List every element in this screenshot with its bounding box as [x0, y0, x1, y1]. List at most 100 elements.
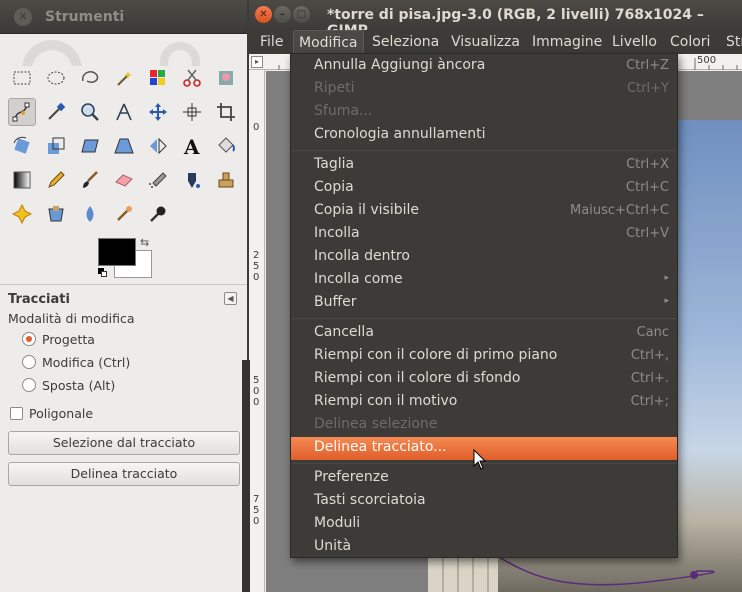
menu-item-cronologia-annullamenti[interactable]: Cronologia annullamenti [291, 124, 677, 147]
image-window-titlebar[interactable]: ✕ – □ *torre di pisa.jpg-3.0 (RGB, 2 liv… [249, 0, 742, 39]
menu-item-copia-il-visibile[interactable]: Copia il visibile Maiusc+Ctrl+C [291, 200, 677, 223]
window-minimize-button[interactable]: – [274, 6, 291, 23]
menu-item-riempi-con-il-colore-di-primo-piano[interactable]: Riempi con il colore di primo piano Ctrl+… [291, 345, 677, 368]
scissors-tool-button[interactable] [178, 64, 206, 92]
free-select-icon [82, 71, 99, 84]
rotate-tool-button[interactable] [8, 132, 36, 160]
mode-radio-move[interactable]: Sposta (Alt) [22, 376, 115, 394]
menu-item-incolla[interactable]: Incolla Ctrl+V [291, 223, 677, 246]
color-picker-tool-button[interactable] [42, 98, 70, 126]
scissors-icon [183, 69, 201, 87]
menu-item-riempi-con-il-motivo[interactable]: Riempi con il motivo Ctrl+; [291, 391, 677, 414]
menu-item-shortcut: Canc [636, 325, 669, 340]
menu-item-delinea-selezione[interactable]: Delinea selezione [291, 414, 677, 437]
ink-tool-button[interactable] [178, 166, 206, 194]
menu-item-cancella[interactable]: Cancella Canc [291, 322, 677, 345]
foreground-select-tool-button[interactable] [212, 64, 240, 92]
menu-seleziona[interactable]: Seleziona [367, 30, 444, 54]
window-close-button[interactable]: ✕ [255, 6, 272, 23]
smudge-tool-button[interactable] [110, 200, 138, 228]
menu-modifica[interactable]: Modifica [293, 30, 364, 54]
dodge-icon [150, 206, 166, 222]
menu-item-taglia[interactable]: Taglia Ctrl+X [291, 154, 677, 177]
heal-icon [11, 203, 33, 225]
bucket-fill-tool-button[interactable] [212, 132, 240, 160]
toolbox-title: Strumenti [45, 9, 125, 25]
blur-tool-button[interactable] [76, 200, 104, 228]
radio-indicator[interactable] [22, 378, 36, 392]
menu-item-ripeti[interactable]: Ripeti Ctrl+Y [291, 78, 677, 101]
eraser-icon [115, 174, 133, 187]
quick-mask-icon[interactable]: ▸ [251, 56, 263, 68]
heal-tool-button[interactable] [8, 200, 36, 228]
text-tool-button[interactable]: A [178, 132, 206, 160]
perspective-clone-tool-button[interactable] [42, 200, 70, 228]
ruler-label: 5 0 0 [253, 375, 260, 408]
selection-from-path-button[interactable]: Selezione dal tracciato [8, 431, 240, 455]
airbrush-tool-button[interactable] [144, 166, 172, 194]
radio-indicator[interactable] [22, 355, 36, 369]
color-select-tool-button[interactable] [144, 64, 172, 92]
blend-tool-button[interactable] [8, 166, 36, 194]
menu-item-buffer[interactable]: Buffer ▸ [291, 292, 677, 315]
menu-item-label: Annulla Aggiungi àncora [314, 57, 486, 73]
menu-item-incolla-dentro[interactable]: Incolla dentro [291, 246, 677, 269]
radio-indicator[interactable] [22, 332, 36, 346]
menu-item-label: Cancella [314, 324, 374, 340]
polygonal-checkbox[interactable] [10, 406, 23, 420]
menu-item-unità[interactable]: Unità [291, 536, 677, 559]
color-picker-icon [48, 102, 66, 120]
vertical-ruler[interactable]: 0 2 5 0 5 0 0 7 5 0 [249, 70, 265, 592]
ruler-label: 2 5 0 [253, 250, 260, 283]
rect-select-tool-button[interactable] [8, 64, 36, 92]
crop-tool-button[interactable] [212, 98, 240, 126]
mode-radio-design[interactable]: Progetta [22, 330, 95, 348]
menu-str[interactable]: Str [721, 30, 742, 54]
measure-tool-button[interactable] [110, 98, 138, 126]
color-select-icon [150, 70, 165, 85]
menu-colori[interactable]: Colori [665, 30, 715, 54]
menu-item-annulla-aggiungi-àncora[interactable]: Annulla Aggiungi àncora Ctrl+Z [291, 55, 677, 78]
clone-tool-button[interactable] [212, 166, 240, 194]
move-icon [149, 103, 167, 121]
menu-file[interactable]: File [255, 30, 288, 54]
align-tool-button[interactable] [178, 98, 206, 126]
menu-item-incolla-come[interactable]: Incolla come ▸ [291, 269, 677, 292]
move-tool-button[interactable] [144, 98, 172, 126]
foreground-color-swatch[interactable] [98, 238, 136, 266]
menu-livello[interactable]: Livello [607, 30, 662, 54]
menu-item-sfuma[interactable]: Sfuma... [291, 101, 677, 124]
menu-item-shortcut: Maiusc+Ctrl+C [570, 203, 669, 218]
flip-tool-button[interactable] [144, 132, 172, 160]
free-select-tool-button[interactable] [76, 64, 104, 92]
fuzzy-select-tool-button[interactable] [110, 64, 138, 92]
menu-visualizza[interactable]: Visualizza [446, 30, 525, 54]
menu-item-riempi-con-il-colore-di-sfondo[interactable]: Riempi con il colore di sfondo Ctrl+. [291, 368, 677, 391]
stroke-path-button[interactable]: Delinea tracciato [8, 462, 240, 486]
menu-item-copia[interactable]: Copia Ctrl+C [291, 177, 677, 200]
menu-item-tasti-scorciatoia[interactable]: Tasti scorciatoia [291, 490, 677, 513]
pencil-tool-button[interactable] [42, 166, 70, 194]
paintbrush-tool-button[interactable] [76, 166, 104, 194]
eraser-tool-button[interactable] [110, 166, 138, 194]
perspective-tool-button[interactable] [110, 132, 138, 160]
menu-item-label: Delinea selezione [314, 416, 438, 432]
ellipse-select-tool-button[interactable] [42, 64, 70, 92]
bucket-fill-icon [218, 137, 235, 153]
menu-item-moduli[interactable]: Moduli [291, 513, 677, 536]
polygonal-checkbox-row[interactable]: Poligonale [10, 404, 93, 422]
toolbox-close-button[interactable]: ✕ [14, 8, 32, 26]
options-menu-icon[interactable]: ◀ [224, 292, 237, 305]
menu-item-shortcut: Ctrl+; [630, 394, 669, 409]
scale-tool-button[interactable] [42, 132, 70, 160]
paths-tool-button[interactable] [8, 98, 36, 126]
zoom-tool-button[interactable] [76, 98, 104, 126]
dodge-tool-button[interactable] [144, 200, 172, 228]
swap-colors-icon[interactable]: ⇆ [140, 236, 149, 249]
menu-immagine[interactable]: Immagine [527, 30, 607, 54]
default-colors-icon[interactable] [98, 268, 108, 278]
mode-radio-edit[interactable]: Modifica (Ctrl) [22, 353, 130, 371]
toolbox-titlebar[interactable]: ✕ Strumenti [0, 0, 247, 34]
window-maximize-button[interactable]: □ [293, 6, 310, 23]
shear-tool-button[interactable] [76, 132, 104, 160]
